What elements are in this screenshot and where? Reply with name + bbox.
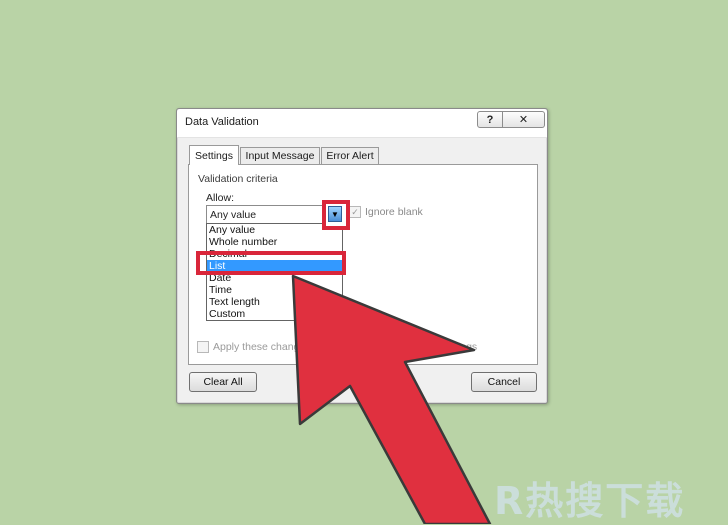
help-icon: ? — [486, 113, 494, 126]
list-item[interactable]: Custom — [207, 308, 342, 320]
ignore-blank-row[interactable]: ✓ Ignore blank — [349, 206, 423, 218]
list-item[interactable]: Text length — [207, 296, 342, 308]
list-option-highlight — [196, 251, 346, 275]
apply-changes-label: Apply these changes — [213, 341, 311, 353]
ignore-blank-checkbox[interactable]: ✓ — [349, 206, 361, 218]
clear-all-button[interactable]: Clear All — [189, 372, 257, 392]
apply-changes-row[interactable]: Apply these changes — [197, 341, 310, 353]
help-button[interactable]: ? — [477, 111, 503, 128]
close-icon: ✕ — [518, 114, 529, 126]
chevron-down-icon: ▼ — [331, 209, 339, 219]
tab-error-alert[interactable]: Error Alert — [321, 147, 379, 164]
list-item[interactable]: Time — [207, 284, 342, 296]
tab-settings[interactable]: Settings — [189, 145, 239, 165]
validation-criteria-label: Validation criteria — [198, 173, 282, 185]
tab-input-message[interactable]: Input Message — [240, 147, 320, 164]
cancel-button[interactable]: Cancel — [471, 372, 537, 392]
apply-changes-suffix: settings — [441, 341, 478, 353]
list-item[interactable]: Whole number — [207, 236, 342, 248]
dialog-title: Data Validation — [185, 116, 259, 128]
ignore-blank-label: Ignore blank — [365, 206, 423, 218]
apply-changes-checkbox[interactable] — [197, 341, 209, 353]
allow-select[interactable]: Any value — [206, 205, 334, 224]
close-button[interactable]: ✕ — [503, 111, 545, 128]
dropdown-arrow-button[interactable]: ▼ — [328, 206, 342, 222]
check-icon: ✓ — [351, 207, 359, 217]
watermark-text: R热搜下载 — [494, 479, 686, 523]
dropdown-highlight: ▼ — [322, 200, 350, 230]
allow-label: Allow: — [206, 192, 235, 204]
dialog-titlebar: Data Validation ? ✕ — [177, 109, 547, 138]
